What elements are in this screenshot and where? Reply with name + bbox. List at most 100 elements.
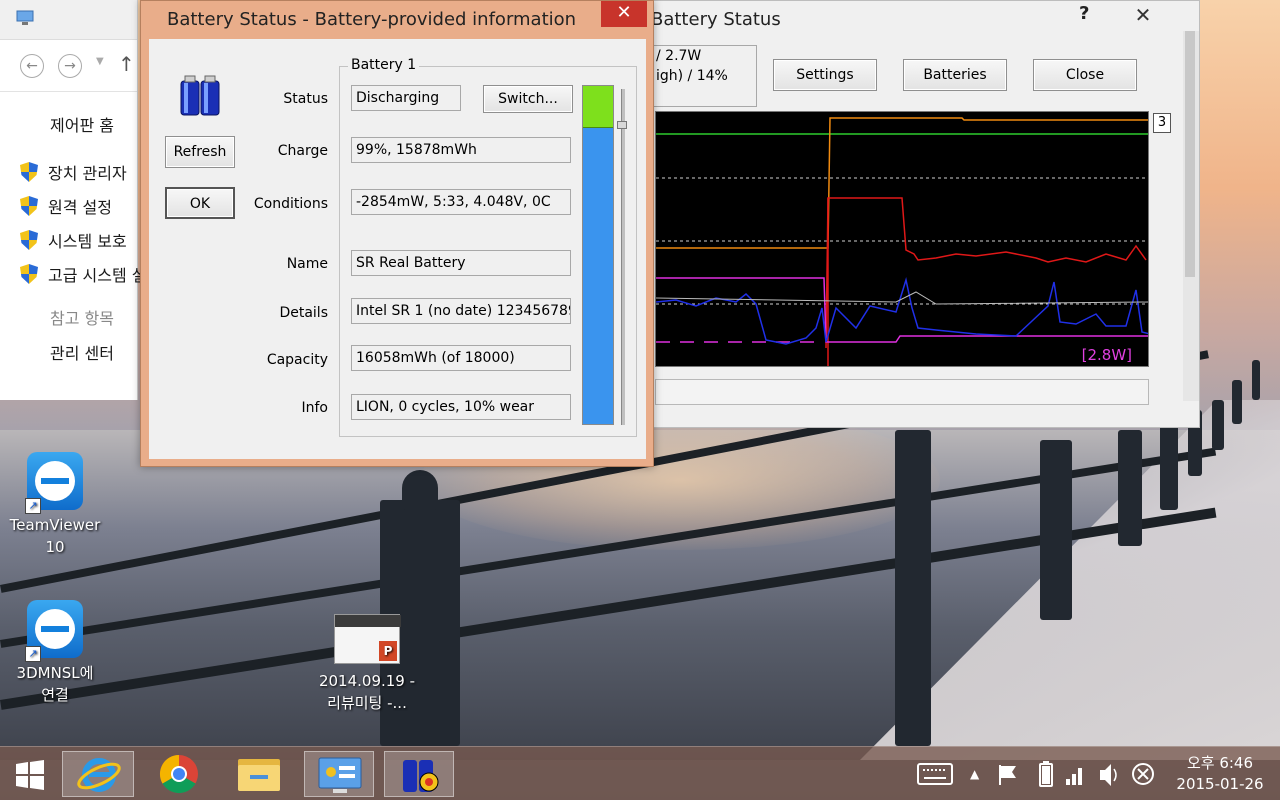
- info-value: LION, 0 cycles, 10% wear: [351, 394, 571, 420]
- dialog-body: Refresh OK Battery 1 Status Discharging …: [149, 39, 646, 459]
- explorer-titlebar: [0, 0, 137, 40]
- explorer-window: ← → ▼ ↑ 제어판 홈 장치 관리자 원격 설정 시스템 보호 고급 시스템…: [0, 0, 161, 400]
- internet-explorer-icon: [77, 758, 121, 792]
- icon-label: 3DMNSL에: [16, 664, 94, 682]
- window-title: Battery Status: [651, 9, 781, 30]
- desktop-icon-teamviewer[interactable]: ↗ TeamViewer 10: [0, 452, 110, 558]
- summary-line: igh) / 14%: [656, 68, 728, 84]
- recent-dropdown-icon[interactable]: ▼: [96, 56, 104, 67]
- gray-series-line: [656, 291, 1148, 305]
- details-value: Intel SR 1 (no date) 123456789: [351, 298, 571, 324]
- capacity-value: 16058mWh (of 18000): [351, 345, 571, 371]
- explorer-navbar: ← → ▼ ↑: [0, 40, 137, 92]
- name-label: Name: [286, 256, 328, 272]
- icon-label: 연결: [41, 686, 69, 704]
- charge-label: Charge: [277, 143, 328, 159]
- power-history-plot: [656, 117, 1148, 366]
- control-panel-icon: [318, 757, 362, 793]
- power-history-graph: [2.8W]: [655, 111, 1149, 367]
- info-label: Info: [301, 400, 329, 416]
- sidebar-item-system-protection[interactable]: 시스템 보호: [20, 228, 127, 252]
- summary-line: / 2.7W: [656, 48, 702, 64]
- level-slider-track[interactable]: [621, 89, 625, 425]
- details-label: Details: [279, 305, 328, 321]
- graph-scale-badge[interactable]: 3: [1153, 113, 1171, 133]
- sidebar-item-label: 시스템 보호: [48, 232, 127, 251]
- powerpoint-file-icon: P: [334, 614, 401, 664]
- battery-info-dialog: Battery Status - Battery-provided inform…: [140, 0, 654, 467]
- taskbar-chrome[interactable]: [144, 751, 214, 797]
- shield-icon: [20, 230, 38, 250]
- desktop-icon-pptx[interactable]: P 2014.09.19 - 리뷰미팅 -...: [312, 614, 422, 714]
- taskbar-file-explorer[interactable]: [224, 751, 294, 797]
- shield-icon: [20, 196, 38, 216]
- clock-time: 오후 6:46: [1186, 754, 1254, 772]
- graph-power-label: [2.8W]: [1081, 346, 1132, 364]
- forward-arrow-icon[interactable]: →: [58, 54, 82, 78]
- folder-icon: [238, 759, 280, 791]
- network-disconnected-icon[interactable]: [1130, 747, 1156, 800]
- vertical-scrollbar[interactable]: [1183, 31, 1199, 401]
- refresh-button[interactable]: Refresh: [165, 136, 235, 168]
- charge-level-meter: [582, 85, 614, 425]
- taskbar-internet-explorer[interactable]: [62, 751, 134, 797]
- help-button[interactable]: ?: [1079, 3, 1089, 24]
- battery-app-icon: [403, 760, 439, 792]
- back-arrow-icon[interactable]: ←: [20, 54, 44, 78]
- name-value: SR Real Battery: [351, 250, 571, 276]
- show-hidden-icons-icon[interactable]: ▲: [970, 747, 979, 800]
- shortcut-arrow-icon: ↗: [25, 498, 41, 514]
- taskbar-control-panel[interactable]: [304, 751, 374, 797]
- sidebar-item-device-manager[interactable]: 장치 관리자: [20, 160, 127, 184]
- shortcut-arrow-icon: ↗: [25, 646, 41, 662]
- ok-button[interactable]: OK: [165, 187, 235, 219]
- teamviewer-icon: ↗: [25, 452, 83, 514]
- charge-value: 99%, 15878mWh: [351, 137, 571, 163]
- shield-icon: [20, 264, 38, 284]
- charge-meter-top: [583, 86, 613, 128]
- icon-label: TeamViewer: [9, 516, 101, 534]
- switch-button[interactable]: Switch...: [483, 85, 573, 113]
- red-series-line: [825, 197, 1147, 349]
- sidebar-item-remote-settings[interactable]: 원격 설정: [20, 194, 112, 218]
- network-signal-icon[interactable]: [1064, 747, 1086, 800]
- status-bar: [655, 379, 1149, 405]
- icon-label: 리뷰미팅 -...: [327, 694, 407, 712]
- conditions-label: Conditions: [253, 196, 328, 212]
- dialog-title: Battery Status - Battery-provided inform…: [167, 9, 577, 30]
- close-icon[interactable]: ✕: [601, 1, 647, 27]
- see-also-heading: 참고 항목: [50, 309, 114, 328]
- close-icon[interactable]: ✕: [1111, 1, 1175, 29]
- up-arrow-icon[interactable]: ↑: [118, 52, 135, 76]
- system-clock[interactable]: 오후 6:46 2015-01-26: [1170, 753, 1270, 795]
- close-button[interactable]: Close: [1033, 59, 1137, 91]
- action-center-link[interactable]: 관리 센터: [50, 340, 114, 364]
- control-panel-home-link[interactable]: 제어판 홈: [50, 112, 114, 136]
- computer-icon: [16, 10, 34, 25]
- icon-label: 2014.09.19 -: [318, 672, 416, 690]
- windows-start-icon[interactable]: [14, 759, 46, 791]
- action-center-flag-icon[interactable]: [996, 747, 1020, 800]
- desktop-icon-3dmnsl[interactable]: ↗ 3DMNSL에 연결: [0, 600, 110, 706]
- settings-button[interactable]: Settings: [773, 59, 877, 91]
- taskbar-battery-status[interactable]: [384, 751, 454, 797]
- battery-status-main-window: Battery Status ? ✕ / 2.7W igh) / 14% Set…: [600, 0, 1200, 428]
- volume-icon[interactable]: [1096, 747, 1120, 800]
- blue-series-line: [656, 277, 1148, 345]
- shield-icon: [20, 162, 38, 182]
- sidebar-item-label: 장치 관리자: [48, 164, 127, 183]
- teamviewer-icon: ↗: [25, 600, 83, 662]
- scrollbar-thumb[interactable]: [1185, 31, 1195, 277]
- batteries-button[interactable]: Batteries: [903, 59, 1007, 91]
- status-label: Status: [283, 91, 328, 107]
- chrome-icon: [159, 754, 198, 794]
- battery-icon: [180, 75, 220, 116]
- sidebar-item-label: 원격 설정: [48, 198, 112, 217]
- magenta-series-line: [656, 277, 1148, 343]
- orange-series-line: [656, 117, 1148, 249]
- touch-keyboard-icon[interactable]: [916, 747, 954, 800]
- battery-tray-icon[interactable]: [1036, 747, 1056, 800]
- status-value: Discharging: [351, 85, 461, 111]
- level-slider-knob[interactable]: [617, 121, 627, 129]
- icon-label: 10: [45, 538, 65, 556]
